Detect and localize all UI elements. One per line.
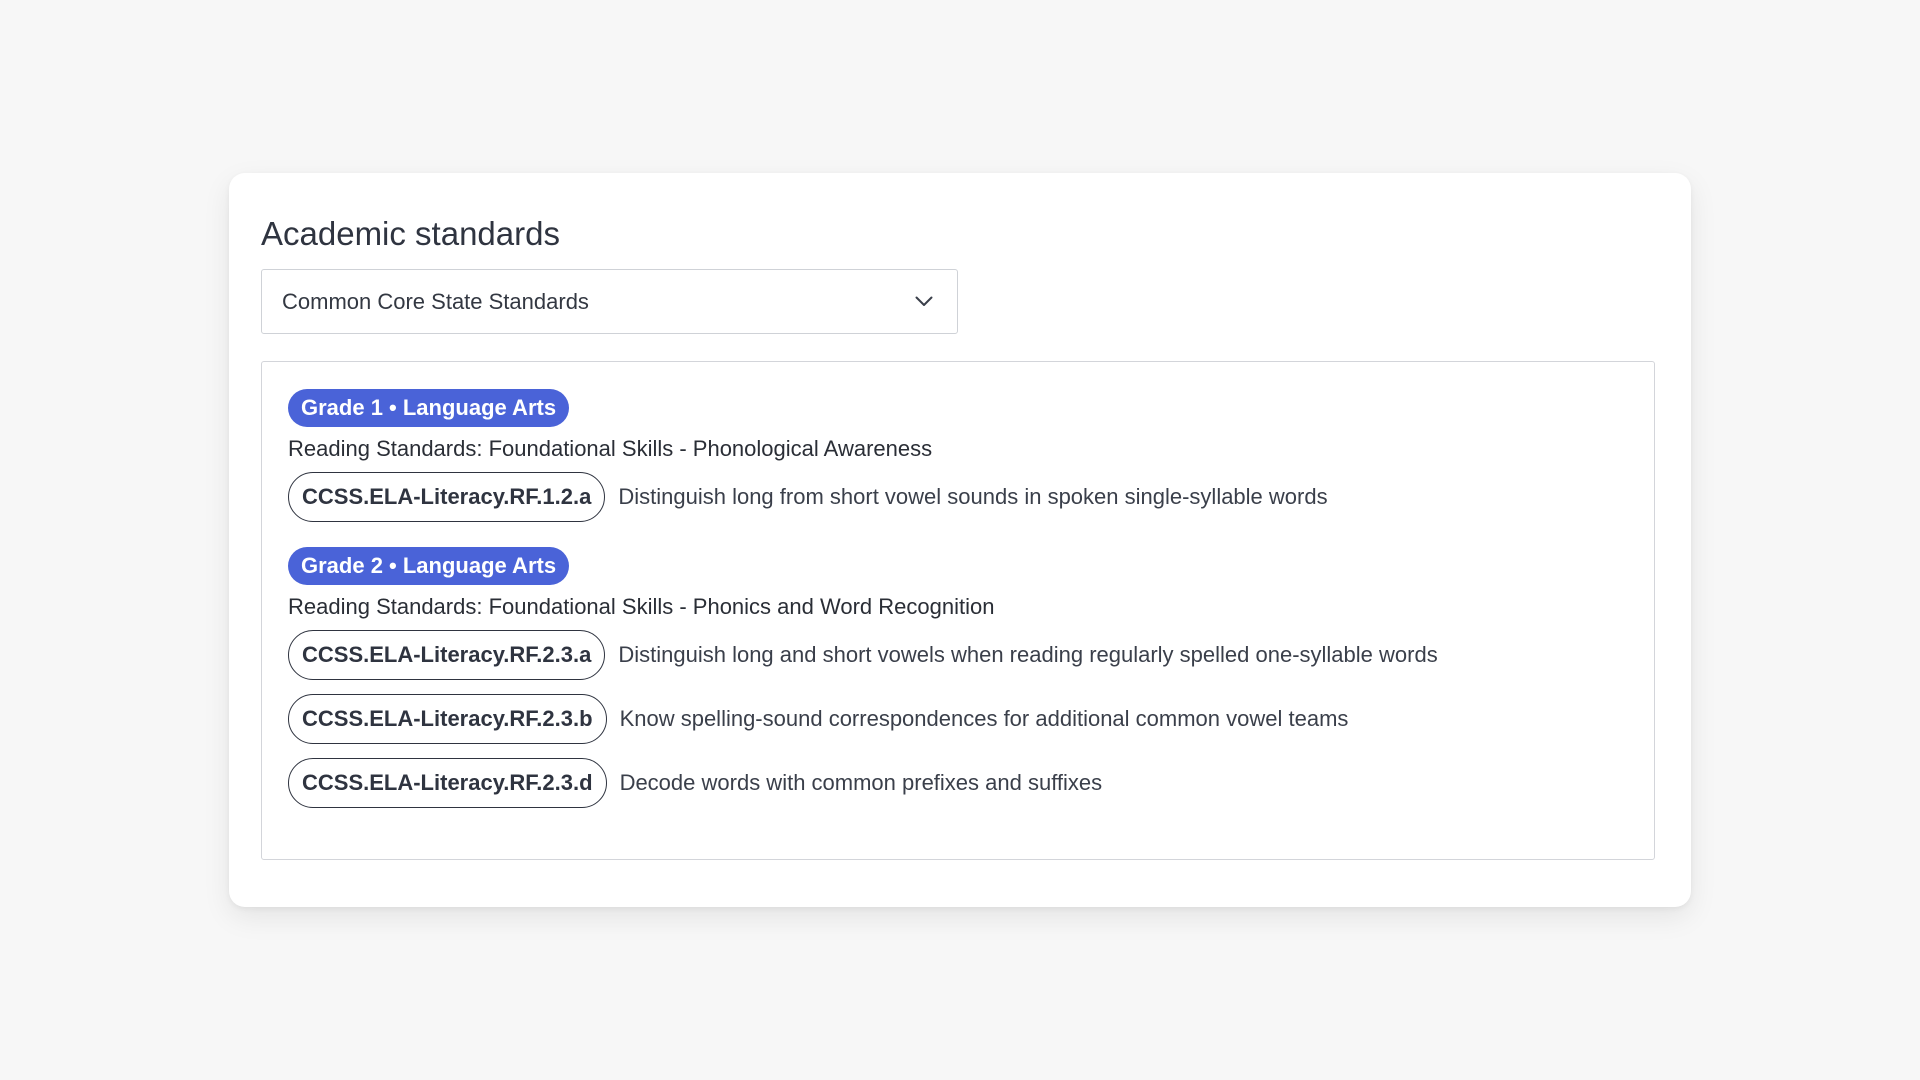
standard-description: Decode words with common prefixes and su… — [619, 770, 1103, 795]
standard-row: CCSS.ELA-Literacy.RF.1.2.a Distinguish l… — [288, 471, 1628, 523]
academic-standards-card: Academic standards Common Core State Sta… — [229, 173, 1691, 907]
chevron-down-icon[interactable] — [913, 291, 935, 313]
standard-code-chip[interactable]: CCSS.ELA-Literacy.RF.1.2.a — [288, 472, 606, 522]
grade-badge: Grade 1 • Language Arts — [288, 389, 570, 427]
standard-code-chip[interactable]: CCSS.ELA-Literacy.RF.2.3.b — [288, 694, 607, 744]
select-value: Common Core State Standards — [282, 288, 589, 314]
grade-group: Grade 2 • Language Arts Reading Standard… — [288, 547, 1628, 809]
standards-framework-select[interactable]: Common Core State Standards — [261, 269, 958, 334]
standard-description: Distinguish long and short vowels when r… — [618, 642, 1438, 667]
grade-group: Grade 1 • Language Arts Reading Standard… — [288, 389, 1628, 523]
standards-list: Grade 1 • Language Arts Reading Standard… — [261, 361, 1655, 860]
standard-code-chip[interactable]: CCSS.ELA-Literacy.RF.2.3.d — [288, 758, 607, 808]
standard-description: Know spelling-sound correspondences for … — [619, 706, 1349, 731]
standard-code-chip[interactable]: CCSS.ELA-Literacy.RF.2.3.a — [288, 630, 606, 680]
standard-row: CCSS.ELA-Literacy.RF.2.3.d Decode words … — [288, 757, 1628, 809]
standard-row: CCSS.ELA-Literacy.RF.2.3.b Know spelling… — [288, 693, 1628, 745]
domain-title: Reading Standards: Foundational Skills -… — [288, 436, 933, 461]
grade-badge: Grade 2 • Language Arts — [288, 547, 570, 585]
standard-description: Distinguish long from short vowel sounds… — [618, 484, 1328, 509]
domain-title: Reading Standards: Foundational Skills -… — [288, 594, 995, 619]
standard-row: CCSS.ELA-Literacy.RF.2.3.a Distinguish l… — [288, 629, 1628, 681]
card-title: Academic standards — [261, 214, 560, 252]
